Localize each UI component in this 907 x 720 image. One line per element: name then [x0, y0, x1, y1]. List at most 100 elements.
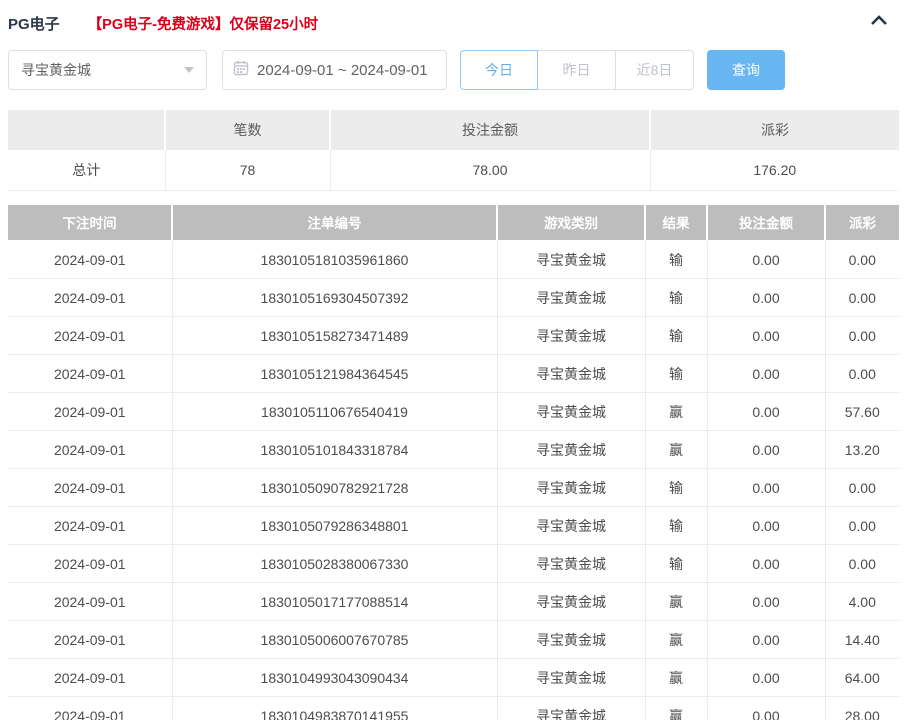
table-cell: 1830104983870141955: [172, 697, 497, 720]
table-cell: 寻宝黄金城: [497, 393, 645, 431]
calendar-icon: [233, 60, 249, 81]
last-8-days-button[interactable]: 近8日: [616, 50, 694, 90]
table-cell: 1830105101843318784: [172, 431, 497, 469]
collapse-button[interactable]: [869, 14, 889, 33]
table-cell: 0.00: [707, 469, 825, 507]
table-cell: 输: [645, 241, 707, 279]
table-cell: 输: [645, 545, 707, 583]
table-cell: 0.00: [825, 241, 899, 279]
table-cell: 赢: [645, 659, 707, 697]
table-cell: 0.00: [707, 431, 825, 469]
records-col-bet-amount: 投注金额: [707, 205, 825, 241]
table-cell: 2024-09-01: [8, 659, 172, 697]
table-cell: 输: [645, 469, 707, 507]
game-select-value: 寻宝黄金城: [21, 60, 184, 80]
summary-total-count: 78: [165, 150, 330, 190]
table-cell: 寻宝黄金城: [497, 431, 645, 469]
summary-col-count: 笔数: [165, 110, 330, 150]
yesterday-button[interactable]: 昨日: [538, 50, 616, 90]
table-cell: 1830104993043090434: [172, 659, 497, 697]
table-cell: 13.20: [825, 431, 899, 469]
table-cell: 2024-09-01: [8, 355, 172, 393]
table-cell: 1830105181035961860: [172, 241, 497, 279]
table-cell: 2024-09-01: [8, 583, 172, 621]
records-header-row: 下注时间 注单编号 游戏类别 结果 投注金额 派彩: [8, 205, 899, 241]
records-table: 下注时间 注单编号 游戏类别 结果 投注金额 派彩 2024-09-011830…: [8, 205, 899, 720]
table-cell: 0.00: [707, 583, 825, 621]
chevron-up-icon: [869, 14, 889, 33]
records-col-result: 结果: [645, 205, 707, 241]
table-row: 2024-09-011830105101843318784寻宝黄金城赢0.001…: [8, 431, 899, 469]
table-row: 2024-09-011830105006007670785寻宝黄金城赢0.001…: [8, 621, 899, 659]
table-row: 2024-09-011830104993043090434寻宝黄金城赢0.006…: [8, 659, 899, 697]
records-col-game-type: 游戏类别: [497, 205, 645, 241]
table-cell: 寻宝黄金城: [497, 621, 645, 659]
summary-total-payout: 176.20: [650, 150, 899, 190]
retention-notice: 【PG电子-免费游戏】仅保留25小时: [88, 13, 318, 34]
query-button[interactable]: 查询: [707, 50, 785, 90]
table-cell: 0.00: [707, 241, 825, 279]
table-cell: 0.00: [707, 545, 825, 583]
table-cell: 1830105110676540419: [172, 393, 497, 431]
table-cell: 28.00: [825, 697, 899, 720]
table-row: 2024-09-011830105079286348801寻宝黄金城输0.000…: [8, 507, 899, 545]
table-cell: 寻宝黄金城: [497, 507, 645, 545]
table-row: 2024-09-011830105169304507392寻宝黄金城输0.000…: [8, 279, 899, 317]
table-cell: 2024-09-01: [8, 279, 172, 317]
table-cell: 1830105090782921728: [172, 469, 497, 507]
summary-total-row: 总计 78 78.00 176.20: [8, 150, 899, 190]
table-cell: 赢: [645, 393, 707, 431]
table-cell: 2024-09-01: [8, 393, 172, 431]
summary-total-bet-amount: 78.00: [330, 150, 650, 190]
table-cell: 0.00: [707, 659, 825, 697]
table-cell: 2024-09-01: [8, 317, 172, 355]
table-cell: 赢: [645, 431, 707, 469]
table-cell: 1830105169304507392: [172, 279, 497, 317]
records-col-bet-time: 下注时间: [8, 205, 172, 241]
table-cell: 0.00: [825, 355, 899, 393]
table-row: 2024-09-011830105090782921728寻宝黄金城输0.000…: [8, 469, 899, 507]
table-cell: 64.00: [825, 659, 899, 697]
table-row: 2024-09-011830105017177088514寻宝黄金城赢0.004…: [8, 583, 899, 621]
table-cell: 2024-09-01: [8, 621, 172, 659]
table-cell: 2024-09-01: [8, 545, 172, 583]
table-cell: 2024-09-01: [8, 697, 172, 720]
filter-bar: 寻宝黄金城 2024-09-01 ~ 2024-09-01: [8, 50, 899, 90]
table-cell: 1830105121984364545: [172, 355, 497, 393]
table-cell: 57.60: [825, 393, 899, 431]
records-body: 2024-09-011830105181035961860寻宝黄金城输0.000…: [8, 241, 899, 720]
date-range-picker[interactable]: 2024-09-01 ~ 2024-09-01: [222, 50, 447, 90]
table-cell: 14.40: [825, 621, 899, 659]
table-cell: 0.00: [707, 279, 825, 317]
quick-range-button-group: 今日 昨日 近8日: [460, 50, 694, 90]
table-cell: 赢: [645, 697, 707, 720]
table-cell: 1830105158273471489: [172, 317, 497, 355]
table-cell: 0.00: [825, 317, 899, 355]
table-cell: 4.00: [825, 583, 899, 621]
pg-records-panel: PG电子 【PG电子-免费游戏】仅保留25小时 寻宝黄金城: [0, 0, 907, 720]
date-range-value: 2024-09-01 ~ 2024-09-01: [257, 62, 428, 79]
table-cell: 赢: [645, 583, 707, 621]
table-cell: 赢: [645, 621, 707, 659]
table-cell: 寻宝黄金城: [497, 545, 645, 583]
table-cell: 1830105028380067330: [172, 545, 497, 583]
summary-col-blank: [8, 110, 165, 150]
summary-header-row: 笔数 投注金额 派彩: [8, 110, 899, 150]
table-cell: 2024-09-01: [8, 469, 172, 507]
summary-col-bet-amount: 投注金额: [330, 110, 650, 150]
table-row: 2024-09-011830104983870141955寻宝黄金城赢0.002…: [8, 697, 899, 720]
table-cell: 2024-09-01: [8, 241, 172, 279]
table-cell: 寻宝黄金城: [497, 469, 645, 507]
table-row: 2024-09-011830105181035961860寻宝黄金城输0.000…: [8, 241, 899, 279]
records-col-order-id: 注单编号: [172, 205, 497, 241]
table-row: 2024-09-011830105158273471489寻宝黄金城输0.000…: [8, 317, 899, 355]
records-table-section: 下注时间 注单编号 游戏类别 结果 投注金额 派彩 2024-09-011830…: [8, 205, 899, 720]
table-cell: 1830105006007670785: [172, 621, 497, 659]
game-select[interactable]: 寻宝黄金城: [8, 50, 207, 90]
table-cell: 0.00: [707, 317, 825, 355]
today-button[interactable]: 今日: [460, 50, 538, 90]
table-cell: 寻宝黄金城: [497, 279, 645, 317]
table-cell: 2024-09-01: [8, 431, 172, 469]
table-cell: 寻宝黄金城: [497, 355, 645, 393]
records-col-payout: 派彩: [825, 205, 899, 241]
